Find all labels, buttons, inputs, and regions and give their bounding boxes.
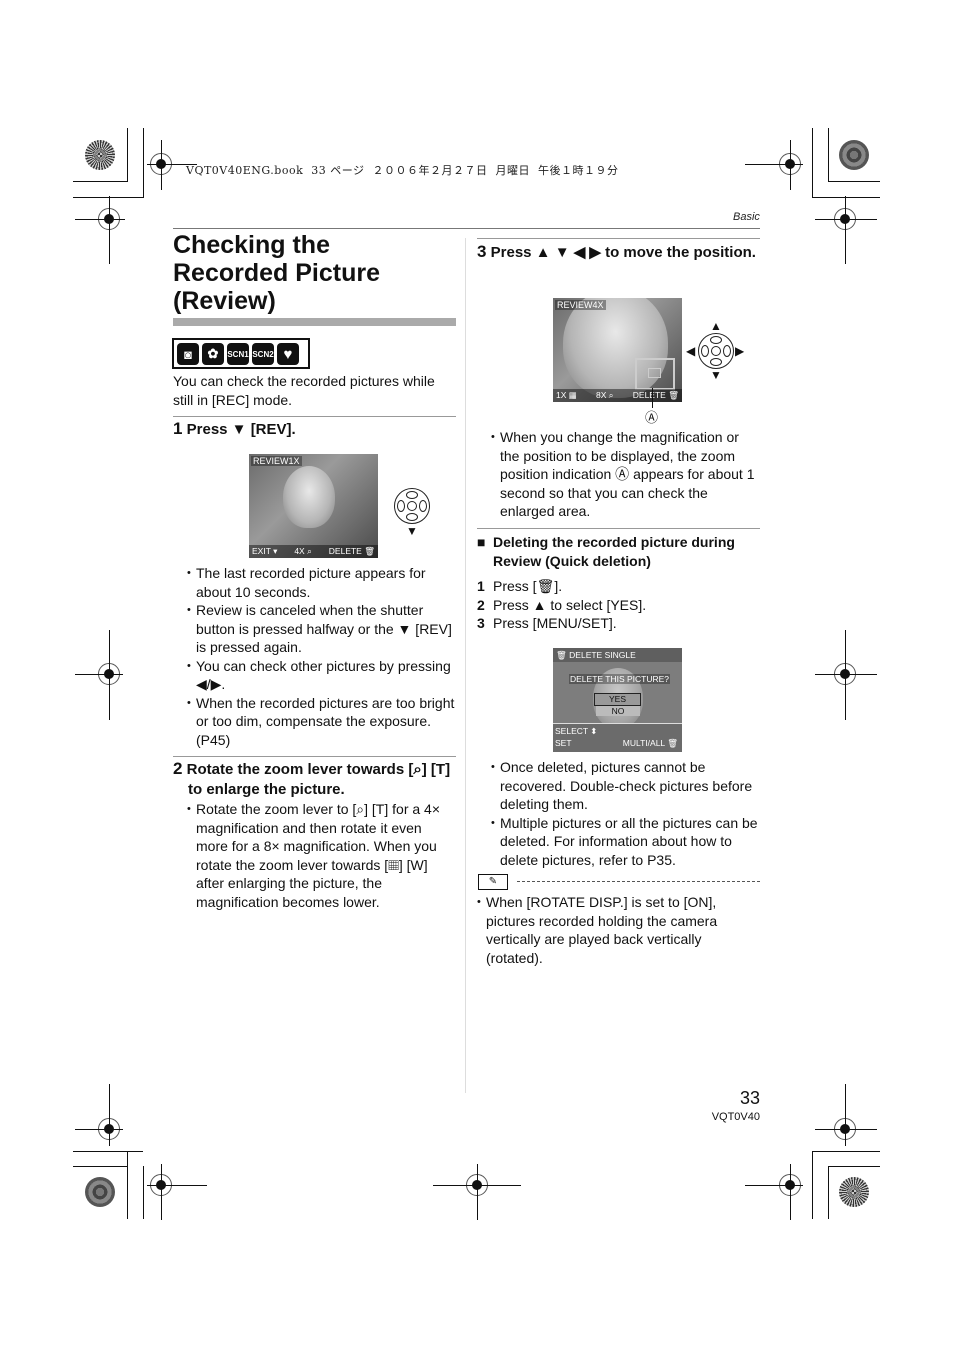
step-2-notes: Rotate the zoom lever to [⌕] [T] for a 4… (187, 800, 457, 911)
registration-star-icon (85, 140, 115, 170)
note-text: When [ROTATE DISP.] is set to [ON], pict… (477, 893, 752, 967)
list-item: When you change the magnification or the… (491, 428, 761, 521)
note-divider (517, 881, 760, 882)
registration-star-icon (839, 1177, 869, 1207)
photo-subject (283, 466, 335, 528)
callout-line (652, 388, 653, 408)
cursor-button-icon (394, 488, 430, 524)
yes-option: YES (594, 693, 641, 706)
scn1-mode-icon: SCN1 (227, 343, 249, 365)
heart-mode-icon: ♥ (277, 343, 299, 365)
crop-mark (828, 181, 880, 182)
quick-delete-steps: 1 Press [🗑]. 2 Press ▲ to select [YES]. 3P… (477, 577, 760, 633)
screen-mode-label: REVIEW4X (555, 300, 606, 310)
crop-mark (73, 1151, 143, 1152)
review-1x-screen: REVIEW1X EXIT ▾ 4X ⌕ DELETE 🗑 (249, 454, 378, 558)
crop-mark (812, 197, 880, 198)
screen-mode-label: REVIEW1X (251, 456, 302, 466)
page-number: 33 (739, 1088, 760, 1108)
down-arrow-icon: ▼ (710, 368, 722, 382)
right-arrow-icon: ▶ (735, 344, 745, 358)
quick-delete-notes: Once deleted, pictures cannot be recover… (491, 758, 761, 869)
crop-mark (73, 1166, 127, 1167)
delete-single-screen: 🗑 DELETE SINGLE DELETE THIS PICTURE? YES… (553, 648, 682, 752)
note-icon: ✎ (478, 874, 508, 890)
trash-icon: 🗑 (556, 650, 570, 660)
screen-footer: SELECT ⬍ SET MULTI/ALL 🗑 (553, 723, 682, 752)
macro-mode-icon: ✿ (202, 343, 224, 365)
list-item: 1 Press [🗑]. (477, 578, 563, 594)
quick-delete-heading: ■ Deleting the recorded picture during R… (477, 534, 735, 569)
step-1-notes: The last recorded picture appears for ab… (187, 564, 457, 749)
screen-footer: EXIT ▾ 4X ⌕ DELETE 🗑 (249, 545, 378, 558)
list-item: When the recorded pictures are too brigh… (187, 694, 457, 750)
step-3-heading: 3 Press ▲ ▼ ◀ ▶ to move the position. (477, 242, 756, 261)
list-item: The last recorded picture appears for ab… (187, 564, 457, 601)
zoom-position-indicator (635, 358, 675, 390)
square-bullet-icon: ■ (477, 534, 486, 550)
list-item: Review is canceled when the shutter butt… (187, 601, 457, 657)
step-2-heading: 2 Rotate the zoom lever towards [⌕] [T] … (173, 759, 451, 798)
list-item: You can check other pictures by pressing… (187, 657, 457, 694)
crop-mark (812, 1151, 880, 1152)
up-arrow-icon: ▲ (710, 319, 722, 333)
list-item: Rotate the zoom lever to [⌕] [T] for a 4… (187, 800, 457, 911)
crop-mark (143, 1166, 144, 1219)
header-rule (173, 228, 760, 229)
crop-mark (127, 128, 128, 182)
title-underline (173, 318, 456, 326)
list-item: 2 Press ▲ to select [YES]. (477, 596, 647, 613)
crop-mark (828, 128, 829, 182)
camera-mode-icon: ◙ (177, 343, 199, 365)
review-4x-screen: REVIEW4X 1X ▦ 8X ⌕ DELETE 🗑 (553, 298, 682, 402)
cursor-button-icon (698, 333, 734, 369)
crop-mark (828, 1166, 829, 1219)
crop-mark (828, 1166, 880, 1167)
column-divider (465, 238, 466, 1093)
step-1-heading: 1 Press ▼ [REV]. (173, 419, 296, 438)
delete-question: DELETE THIS PICTURE? (569, 674, 671, 684)
step-3-notes: When you change the magnification or the… (491, 428, 761, 521)
crop-mark (73, 181, 127, 182)
crop-mark (73, 197, 143, 198)
applicable-modes: ◙ ✿ SCN1 SCN2 ♥ (172, 338, 310, 369)
left-arrow-icon: ◀ (686, 344, 696, 358)
callout-a-label: Ⓐ (645, 410, 659, 425)
print-header: VQT0V40ENG.book 33 ページ ２００６年２月２７日 月曜日 午後… (186, 164, 619, 177)
section-label: Basic (733, 211, 760, 223)
list-item: 3 Press [MENU/SET]. (477, 615, 617, 631)
list-item: Once deleted, pictures cannot be recover… (491, 758, 761, 814)
screen-footer: 1X ▦ 8X ⌕ DELETE 🗑 (553, 389, 682, 402)
crop-mark (143, 128, 144, 198)
down-arrow-icon: ▼ (406, 524, 418, 538)
list-item: Multiple pictures or all the pictures ca… (491, 814, 761, 870)
model-code: VQT0V40 (711, 1111, 760, 1123)
no-option: NO (596, 706, 640, 716)
intro-text: You can check the recorded pictures whil… (173, 373, 435, 408)
crop-mark (812, 128, 813, 198)
crop-mark (812, 1151, 813, 1219)
page-title: Checking the Recorded Picture (Review) (173, 231, 381, 315)
list-item: When [ROTATE DISP.] is set to [ON], pict… (477, 893, 752, 967)
registration-star-icon (85, 1177, 115, 1207)
scn2-mode-icon: SCN2 (252, 343, 274, 365)
crop-mark (127, 1151, 128, 1219)
registration-star-icon (839, 140, 869, 170)
